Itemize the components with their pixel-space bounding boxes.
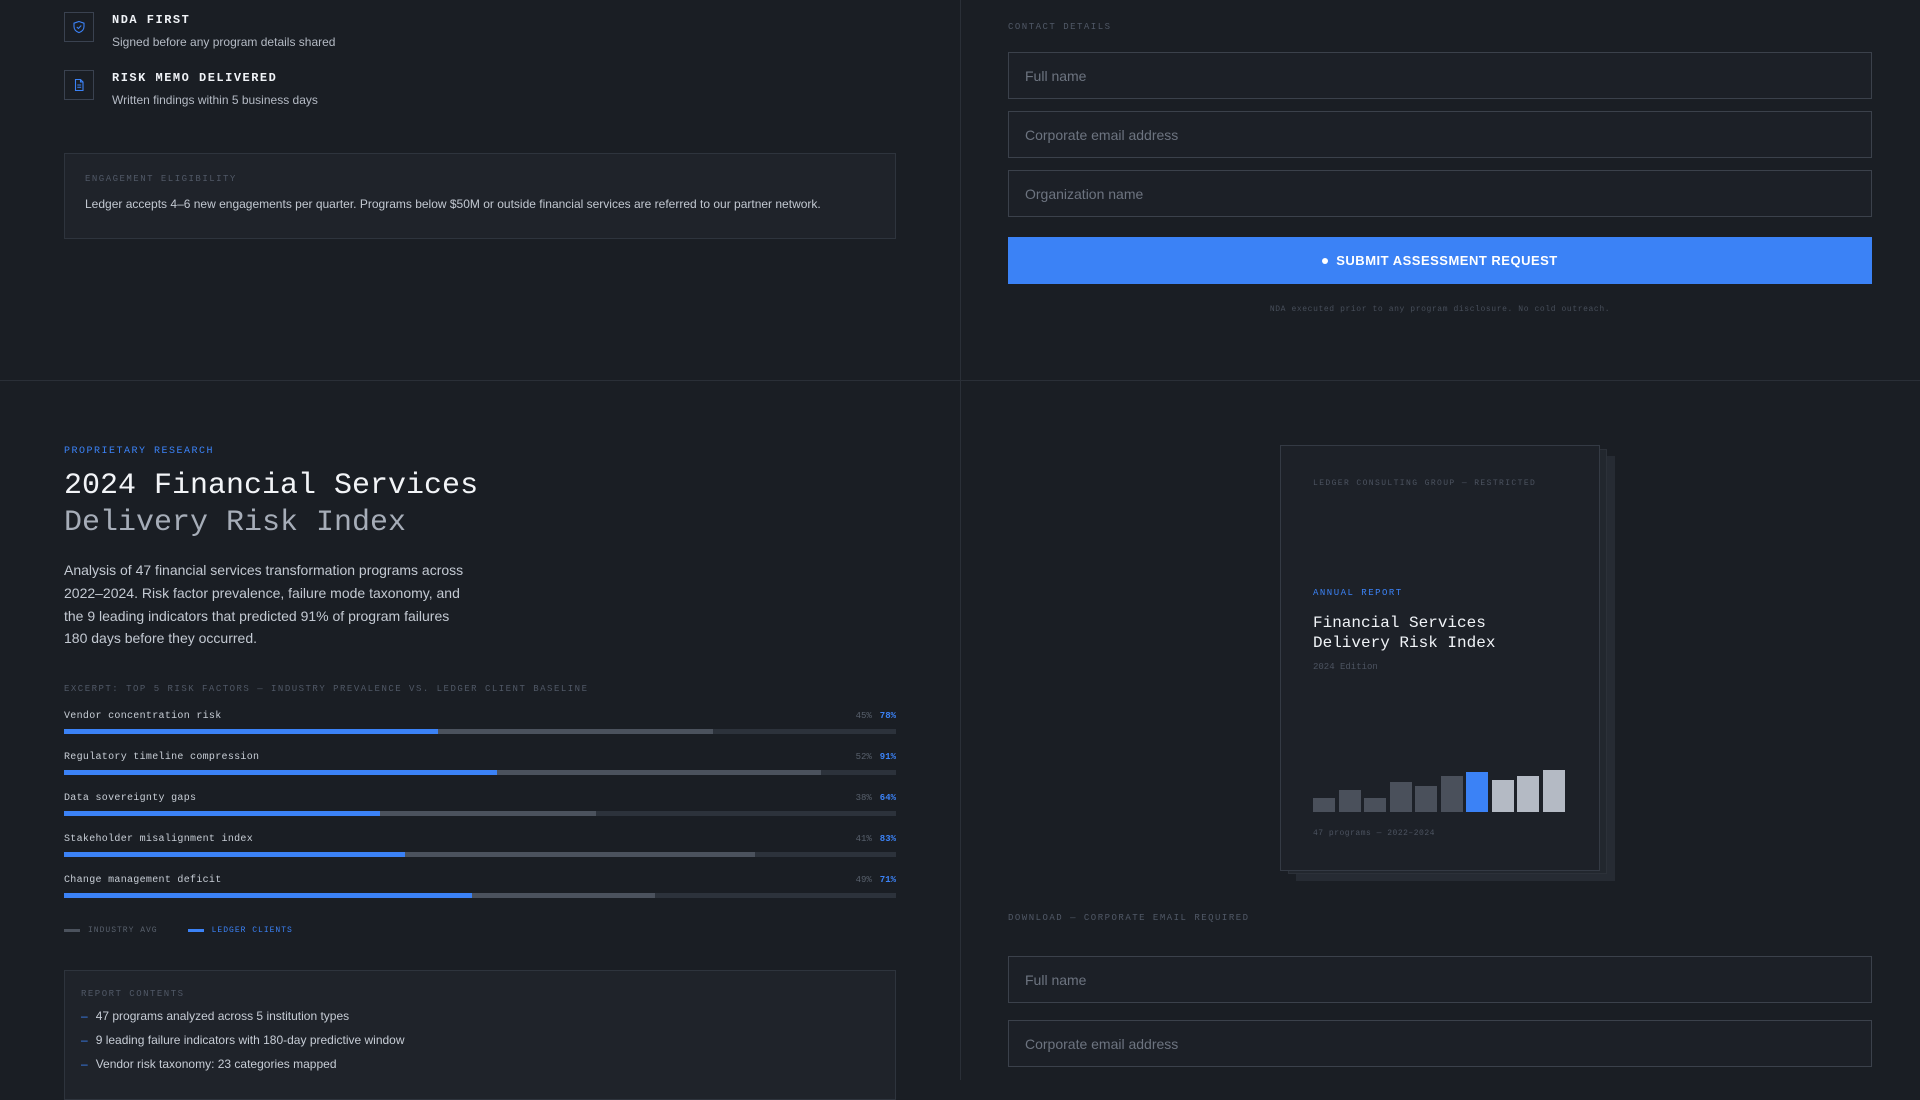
organization-name-input[interactable]	[1008, 170, 1872, 217]
bar-ledger	[64, 893, 472, 898]
bar-ledger	[64, 811, 381, 816]
eligibility-box: ENGAGEMENT ELIGIBILITY Ledger accepts 4–…	[64, 153, 896, 239]
section-divider	[0, 380, 1920, 381]
cover-bar	[1389, 782, 1412, 812]
cover-bar	[1466, 772, 1488, 812]
list-item: – Vendor risk taxonomy: 23 categories map…	[81, 1057, 337, 1071]
download-full-name-input[interactable]	[1008, 956, 1872, 1003]
research-eyebrow: PROPRIETARY RESEARCH	[64, 446, 215, 457]
ledger-value-label: 78%	[879, 711, 896, 721]
nda-fineprint: NDA executed prior to any program disclo…	[1269, 305, 1611, 314]
cover-bar	[1517, 776, 1539, 812]
cover-bar	[1491, 780, 1514, 812]
industry-value-label: 45%	[855, 711, 872, 721]
ledger-value-label: 83%	[879, 834, 896, 844]
risk-row: Stakeholder misalignment index 41% 83%	[64, 834, 896, 857]
industry-value-label: 41%	[855, 834, 872, 844]
feature-subtitle: Written findings within 5 business days	[112, 93, 318, 107]
bar-ledger	[64, 770, 497, 775]
legend-swatch-ledger	[187, 929, 204, 932]
risk-row: Vendor concentration risk 45% 78%	[64, 711, 896, 734]
bar-track	[64, 729, 896, 734]
shield-icon	[64, 12, 94, 42]
risk-row: Change management deficit 49% 71%	[64, 875, 896, 898]
legend-industry: INDUSTRY AVG	[88, 926, 158, 935]
eligibility-label: ENGAGEMENT ELIGIBILITY	[85, 174, 237, 184]
bar-track	[64, 770, 896, 775]
cover-title-line1: Financial Services	[1313, 614, 1486, 632]
feature-title: RISK MEMO DELIVERED	[112, 71, 278, 85]
contact-details-label: CONTACT DETAILS	[1008, 22, 1112, 32]
cover-bar	[1440, 776, 1463, 812]
ledger-value-label: 71%	[879, 875, 896, 885]
list-item: –9 leading failure indicators with 180-d…	[81, 1033, 405, 1047]
report-contents-box: REPORT CONTENTS –47 programs analyzed ac…	[64, 970, 896, 1100]
risk-label: Regulatory timeline compression	[64, 752, 260, 763]
feature-subtitle: Signed before any program details shared	[112, 35, 336, 49]
cover-bar	[1415, 786, 1437, 812]
cover-footer: 47 programs — 2022–2024	[1313, 829, 1435, 838]
bar-track	[64, 893, 896, 898]
eligibility-text: Ledger accepts 4–6 new engagements per q…	[85, 197, 821, 211]
cover-title: Financial Services Delivery Risk Index	[1313, 613, 1495, 653]
cover-mini-chart	[1313, 766, 1569, 812]
bar-ledger	[64, 729, 439, 734]
ledger-value-label: 64%	[879, 793, 896, 803]
bar-track	[64, 852, 896, 857]
risk-label: Stakeholder misalignment index	[64, 834, 254, 845]
risk-row: Regulatory timeline compression 52% 91%	[64, 752, 896, 775]
dot-icon	[1322, 257, 1329, 264]
download-label: DOWNLOAD — CORPORATE EMAIL REQUIRED	[1008, 913, 1250, 923]
report-contents-list: –47 programs analyzed across 5 instituti…	[81, 1009, 879, 1071]
risk-label: Data sovereignty gaps	[64, 793, 197, 804]
submit-label: SUBMIT ASSESSMENT REQUEST	[1336, 253, 1558, 268]
list-item: –47 programs analyzed across 5 instituti…	[81, 1009, 350, 1023]
bar-ledger	[64, 852, 406, 857]
cover-title-line2: Delivery Risk Index	[1313, 634, 1496, 652]
industry-value-label: 52%	[855, 752, 872, 762]
research-title: 2024 Financial Services Delivery Risk In…	[64, 468, 478, 542]
full-name-input[interactable]	[1008, 52, 1872, 99]
cover-bar	[1338, 790, 1361, 812]
legend-ledger: LEDGER CLIENTS	[211, 926, 293, 935]
corporate-email-input[interactable]	[1008, 111, 1872, 158]
feature-nda-first: NDA FIRST Signed before any program deta…	[64, 12, 335, 49]
excerpt-label: EXCERPT: TOP 5 RISK FACTORS — INDUSTRY P…	[64, 684, 589, 694]
column-divider	[960, 0, 961, 1080]
feature-risk-memo: RISK MEMO DELIVERED Written findings wit…	[64, 70, 318, 107]
risk-label: Change management deficit	[64, 875, 222, 886]
chart-legend: INDUSTRY AVG LEDGER CLIENTS	[64, 926, 293, 935]
feature-title: NDA FIRST	[112, 13, 191, 27]
cover-bar	[1542, 770, 1565, 812]
legend-swatch-industry	[64, 929, 80, 932]
industry-value-label: 49%	[855, 875, 872, 885]
ledger-value-label: 91%	[879, 752, 896, 762]
report-contents-label: REPORT CONTENTS	[81, 989, 185, 999]
submit-assessment-button[interactable]: SUBMIT ASSESSMENT REQUEST	[1008, 237, 1872, 284]
cover-edition: 2024 Edition	[1313, 662, 1378, 672]
document-icon	[64, 70, 94, 100]
cover-bar	[1364, 798, 1386, 812]
research-title-line2: Delivery Risk Index	[64, 506, 407, 540]
research-title-line1: 2024 Financial Services	[64, 469, 479, 503]
risk-row: Data sovereignty gaps 38% 64%	[64, 793, 896, 816]
download-email-input[interactable]	[1008, 1020, 1872, 1067]
industry-value-label: 38%	[855, 793, 872, 803]
research-description: Analysis of 47 financial services transf…	[64, 562, 464, 647]
cover-bar	[1313, 798, 1335, 812]
report-cover: LEDGER CONSULTING GROUP — RESTRICTED ANN…	[1280, 445, 1600, 871]
cover-eyebrow: ANNUAL REPORT	[1313, 588, 1403, 598]
bar-track	[64, 811, 896, 816]
risk-label: Vendor concentration risk	[64, 711, 222, 722]
cover-org: LEDGER CONSULTING GROUP — RESTRICTED	[1313, 479, 1537, 488]
